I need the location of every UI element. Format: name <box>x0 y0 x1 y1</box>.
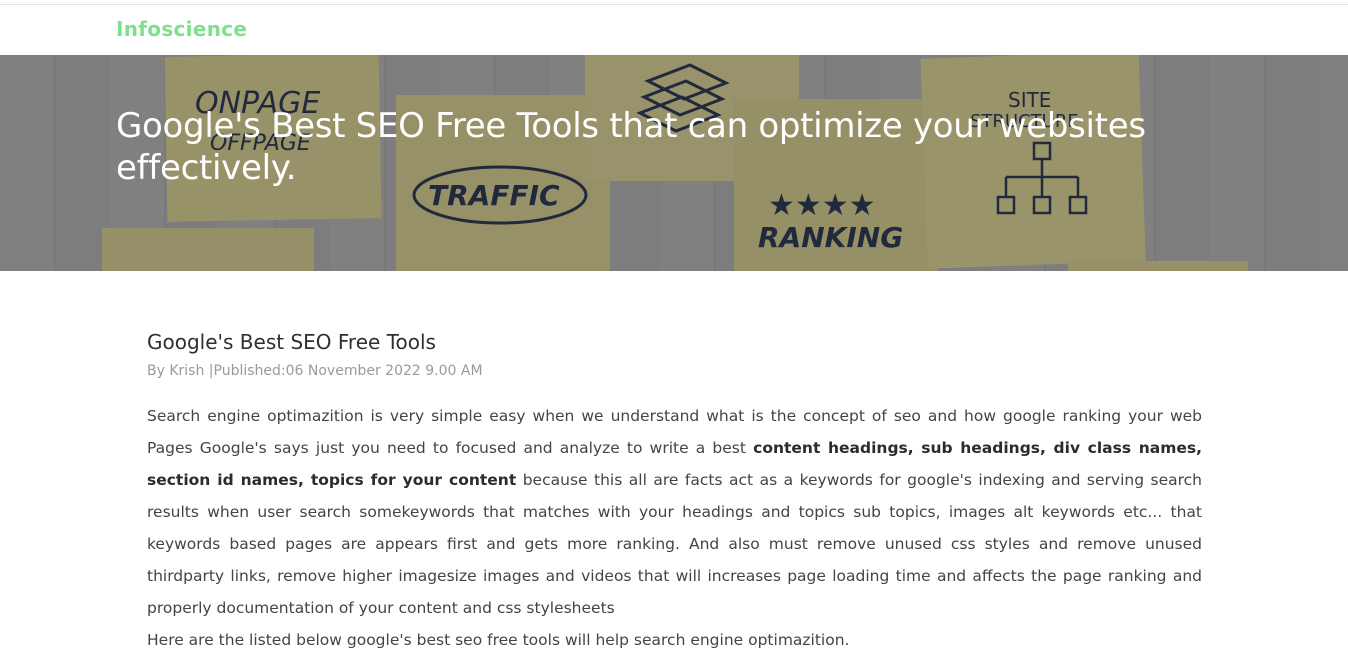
hero-banner: ONPAGE OFFPAGE TRAFFIC ★★★★ RANKING SITE… <box>0 55 1348 271</box>
navbar: Infoscience <box>0 5 1348 55</box>
article-content: Google's Best SEO Free Tools By Krish |P… <box>147 326 1202 656</box>
paragraph-text-end: because this all are facts act as a keyw… <box>147 471 1202 617</box>
hero-title: Google's Best SEO Free Tools that can op… <box>116 106 1146 188</box>
article-heading: Google's Best SEO Free Tools <box>147 330 436 354</box>
article-paragraph: Search engine optimazition is very simpl… <box>147 400 1202 624</box>
brand-logo[interactable]: Infoscience <box>116 17 247 41</box>
tools-intro: Here are the listed below google's best … <box>147 631 850 649</box>
article-meta: By Krish |Published:06 November 2022 9.0… <box>147 363 483 379</box>
